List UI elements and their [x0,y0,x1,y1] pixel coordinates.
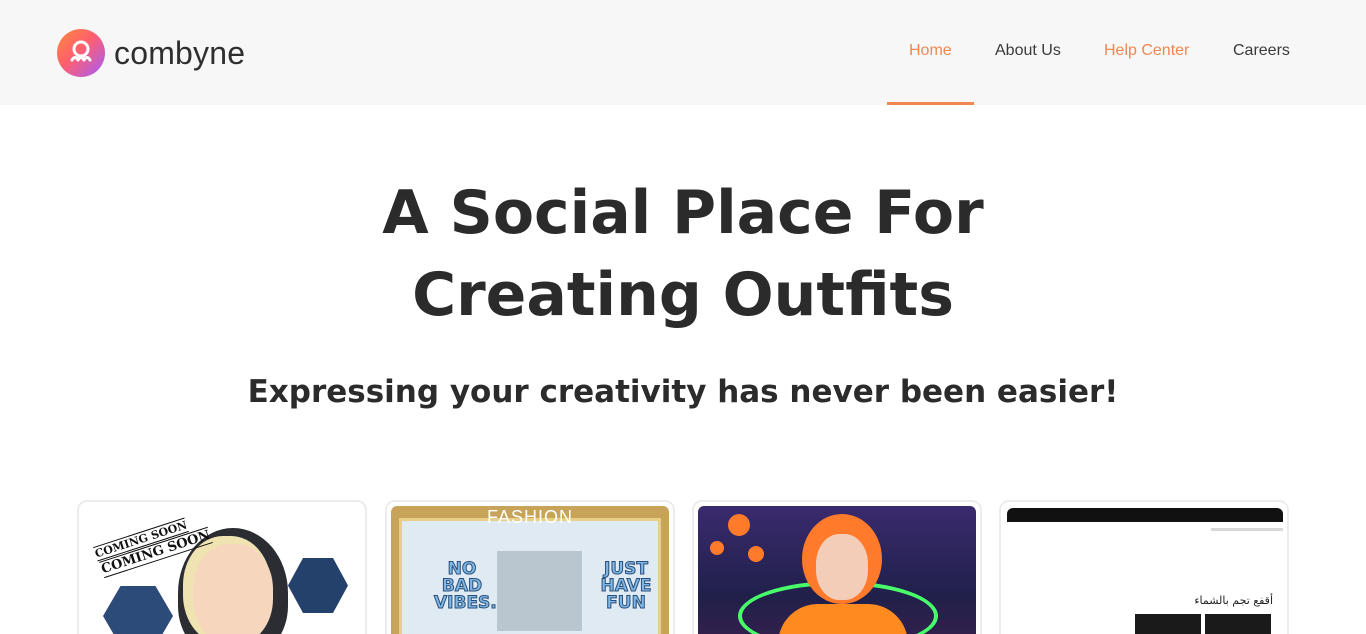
main-nav: Home About Us Help Center Careers [0,0,1366,105]
hexagon-shape [103,586,173,634]
hero-title-line2: Creating Outfits [412,260,954,330]
moodboard-photo [497,551,582,631]
hero-title-line1: A Social Place For [382,178,984,248]
outfit-card-3[interactable] [692,500,982,634]
site-header: combyne Home About Us Help Center Career… [0,0,1366,105]
nav-careers[interactable]: Careers [1233,42,1290,60]
outfit-card-1[interactable]: COMING SOON COMING SOON [77,500,367,634]
outfit-image: أقفع تجم بالشماء [1005,506,1283,634]
sticker-no-bad-vibes: NO BAD VIBES. [434,559,498,613]
sticker-just-have-fun: JUST HAVE FUN [600,559,652,613]
nav-about-us[interactable]: About Us [995,42,1061,60]
orange-bubble [710,541,724,555]
divider [1211,528,1283,531]
character-face [193,544,273,634]
thumbnail-image [1135,614,1201,634]
moodboard-frame: NO BAD VIBES. JUST HAVE FUN [399,518,661,634]
outfit-card-4[interactable]: أقفع تجم بالشماء [999,500,1289,634]
nav-help-center[interactable]: Help Center [1104,42,1189,60]
hero-title: A Social Place For Creating Outfits [0,172,1366,336]
character-face [816,534,868,600]
moodboard-title: FASHION [486,507,573,527]
hexagon-shape [288,558,348,613]
outfit-image [698,506,976,634]
outfit-card-2[interactable]: NO BAD VIBES. JUST HAVE FUN FASHION [385,500,675,634]
orange-bubble [748,546,764,562]
outfit-image: NO BAD VIBES. JUST HAVE FUN FASHION [391,506,669,634]
top-bar [1007,508,1283,522]
orange-bubble [728,514,750,536]
nav-active-indicator [887,102,974,105]
hero-subtitle: Expressing your creativity has never bee… [247,374,1119,410]
thumbnail-image [1205,614,1271,634]
outfit-image: COMING SOON COMING SOON [83,506,361,634]
nav-home[interactable]: Home [909,42,952,60]
card-caption: أقفع تجم بالشماء [1194,594,1273,607]
